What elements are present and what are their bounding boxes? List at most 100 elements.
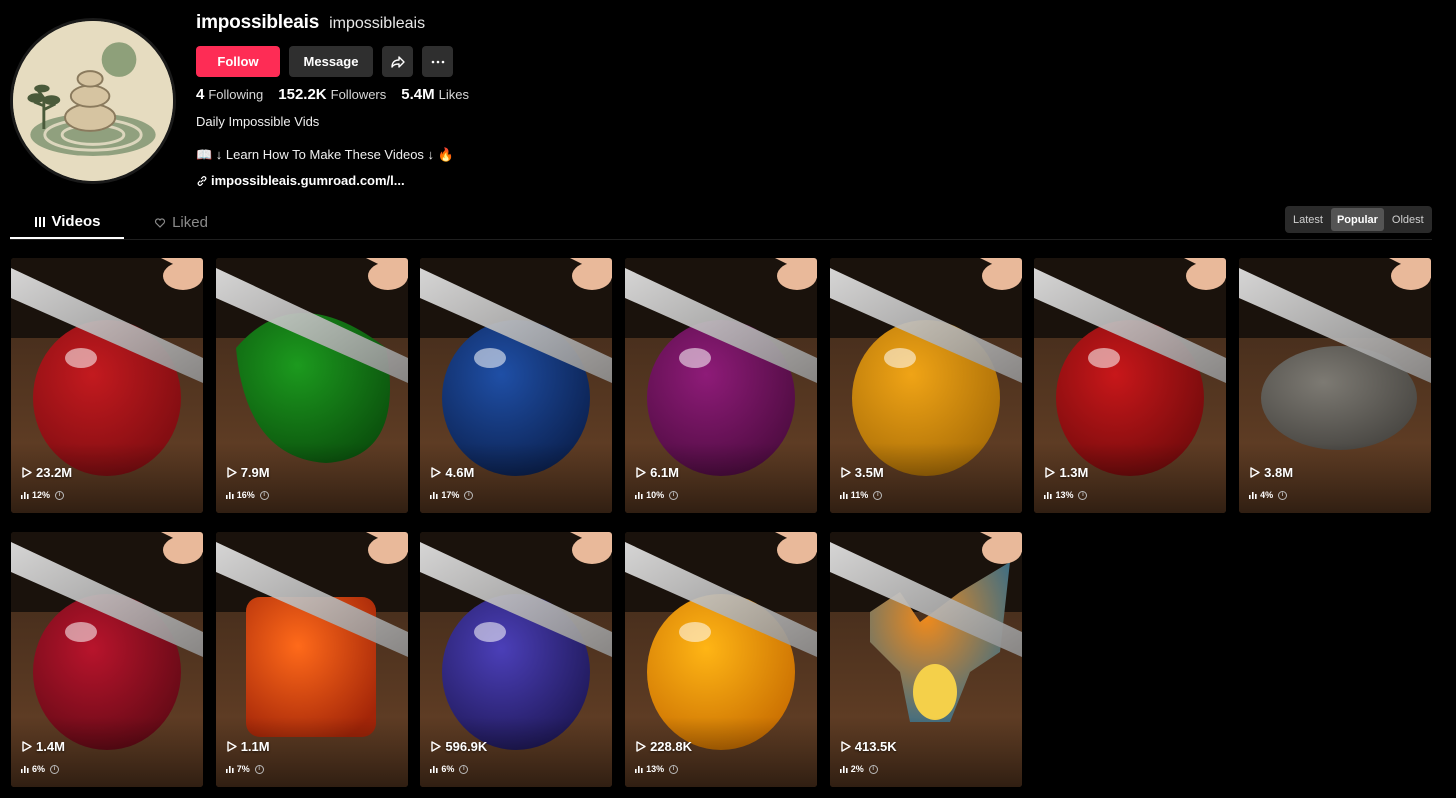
bio-line: Daily Impossible Vids (196, 114, 320, 129)
engagement-rate: 6% i (430, 764, 469, 774)
message-button[interactable]: Message (289, 46, 373, 77)
video-card[interactable]: 6.1M 10% i (625, 258, 818, 513)
engagement-rate: 11% i (839, 490, 883, 500)
video-card[interactable]: 596.9K 6% i (420, 532, 613, 787)
view-count-text: 3.5M (854, 465, 884, 480)
tab-videos[interactable]: Videos (10, 206, 124, 239)
view-count: 6.1M (635, 465, 679, 480)
link-icon (197, 175, 207, 186)
view-count-text: 23.2M (36, 465, 73, 480)
stat-label: Followers (330, 87, 387, 102)
video-card[interactable]: 413.5K 2% i (829, 532, 1022, 787)
view-count-text: 3.8M (1264, 465, 1294, 480)
info-icon[interactable]: i (1078, 490, 1088, 500)
engagement-rate: 10% i (635, 490, 679, 500)
play-icon (1250, 467, 1260, 478)
engagement-rate: 16% i (225, 490, 269, 500)
stat-value: 4 (196, 86, 205, 103)
view-count: 23.2M (21, 465, 72, 480)
engagement-rate-text: 6% (441, 764, 455, 774)
info-icon[interactable]: i (254, 764, 264, 774)
info-icon[interactable]: i (669, 490, 679, 500)
video-card[interactable]: 1.3M 13% i (1034, 258, 1227, 513)
video-card[interactable]: 228.8K 13% i (625, 532, 818, 787)
video-card[interactable]: 1.1M 7% i (215, 532, 408, 787)
share-button[interactable] (382, 46, 413, 77)
play-icon (226, 741, 237, 752)
sort-oldest[interactable]: Oldest (1386, 208, 1430, 231)
play-icon (841, 741, 851, 752)
view-count: 596.9K (430, 739, 487, 754)
engagement-rate: 4% i (1249, 490, 1288, 500)
video-card[interactable]: 3.5M 11% i (829, 258, 1022, 513)
stat-following[interactable]: 4 Following (196, 86, 263, 103)
more-button[interactable] (422, 46, 453, 77)
info-icon[interactable]: i (50, 764, 60, 774)
engagement-rate-text: 16% (236, 490, 255, 500)
bar-chart-icon (225, 492, 234, 499)
more-icon (431, 60, 444, 63)
engagement-rate: 13% i (1044, 490, 1088, 500)
video-card[interactable]: 1.4M 6% i (11, 532, 203, 787)
bar-chart-icon (21, 492, 29, 499)
engagement-rate: 6% i (21, 764, 60, 774)
stat-value: 152.2K (278, 86, 327, 103)
bar-chart-icon (430, 766, 438, 773)
username: impossibleais (196, 12, 320, 33)
profile-tabs: Videos Liked (10, 206, 238, 239)
nickname: impossibleais (329, 15, 426, 32)
info-icon[interactable]: i (464, 490, 474, 500)
bar-chart-icon (430, 492, 438, 499)
stacked-stones-logo (13, 21, 173, 181)
engagement-rate: 13% i (635, 764, 679, 774)
grid-icon (34, 216, 45, 227)
view-count: 413.5K (840, 739, 897, 754)
play-icon (431, 467, 442, 478)
stat-label: Likes (438, 87, 469, 102)
engagement-rate-text: 11% (850, 490, 869, 500)
view-count-text: 4.6M (445, 465, 475, 480)
tab-liked[interactable]: Liked (124, 206, 238, 239)
play-icon (431, 741, 442, 752)
view-count: 1.4M (21, 739, 65, 754)
sort-popular[interactable]: Popular (1330, 208, 1384, 231)
view-count: 1.1M (226, 739, 270, 754)
info-icon[interactable]: i (868, 764, 878, 774)
stat-likes: 5.4M Likes (401, 86, 469, 103)
video-card[interactable]: 23.2M 12% i (11, 258, 203, 513)
engagement-rate-text: 13% (1055, 490, 1074, 500)
view-count: 3.8M (1249, 465, 1293, 480)
bar-chart-icon (839, 766, 848, 773)
info-icon[interactable]: i (1278, 490, 1288, 500)
engagement-rate-text: 12% (32, 490, 51, 500)
bar-chart-icon (635, 492, 643, 499)
view-count-text: 413.5K (854, 739, 897, 754)
stat-value: 5.4M (401, 86, 435, 103)
avatar[interactable] (10, 18, 176, 184)
bio-link[interactable]: impossibleais.gumroad.com/l... (196, 173, 405, 188)
info-icon[interactable]: i (259, 490, 269, 500)
sort-latest[interactable]: Latest (1287, 208, 1329, 231)
info-icon[interactable]: i (873, 490, 883, 500)
bio-line: 📖 ↓ Learn How To Make These Videos ↓ 🔥 (196, 147, 454, 162)
view-count: 7.9M (226, 465, 270, 480)
engagement-rate: 12% i (21, 490, 65, 500)
engagement-rate-text: 6% (32, 764, 46, 774)
engagement-rate-text: 10% (646, 490, 665, 500)
video-card[interactable]: 3.8M 4% i (1239, 258, 1432, 513)
info-icon[interactable]: i (459, 764, 469, 774)
view-count-text: 596.9K (445, 739, 488, 754)
info-icon[interactable]: i (669, 764, 679, 774)
profile-actions: Follow Message (196, 46, 453, 77)
stat-followers[interactable]: 152.2K Followers (278, 86, 386, 103)
video-card[interactable]: 4.6M 17% i (420, 258, 613, 513)
engagement-rate: 17% i (430, 490, 474, 500)
video-card[interactable]: 7.9M 16% i (215, 258, 408, 513)
tab-label: Liked (172, 214, 208, 231)
follow-button[interactable]: Follow (196, 46, 280, 77)
tab-label: Videos (51, 213, 101, 230)
view-count-text: 6.1M (650, 465, 679, 480)
info-icon[interactable]: i (55, 490, 65, 500)
play-icon (841, 467, 851, 478)
view-count: 228.8K (635, 739, 692, 754)
